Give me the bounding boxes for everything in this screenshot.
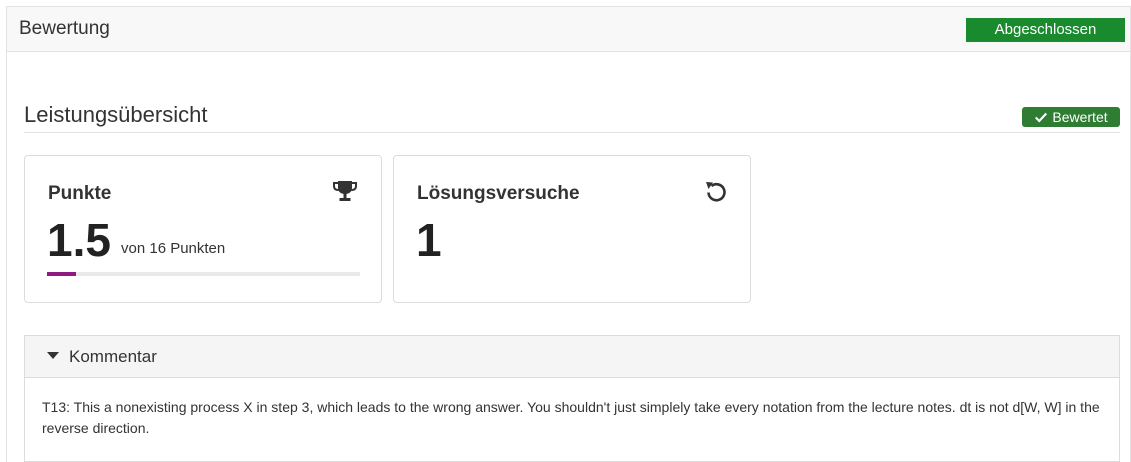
comment-text: T13: This a nonexisting process X in ste… xyxy=(42,399,1100,436)
graded-badge: Bewertet xyxy=(1022,107,1120,127)
points-value: 1.5 xyxy=(47,214,111,266)
graded-badge-label: Bewertet xyxy=(1052,109,1108,125)
points-card-title: Punkte xyxy=(48,183,112,204)
attempts-card: Lösungsversuche 1 xyxy=(393,155,751,303)
undo-icon xyxy=(706,182,726,202)
points-progress-bar xyxy=(47,272,360,276)
overview-title: Leistungsübersicht xyxy=(24,102,208,127)
completed-status-button[interactable]: Abgeschlossen xyxy=(966,18,1125,42)
comment-label: Kommentar xyxy=(69,347,157,366)
check-icon xyxy=(1035,112,1048,123)
points-max-text: von 16 Punkten xyxy=(121,240,226,257)
attempts-card-title: Lösungsversuche xyxy=(417,183,580,204)
points-progress-fill xyxy=(47,272,77,276)
overview-divider xyxy=(24,132,1120,133)
points-card: Punkte 1.5 von 16 Punkten xyxy=(24,155,382,303)
comment-toggle[interactable]: Kommentar xyxy=(25,336,1119,378)
caret-down-icon xyxy=(47,352,59,359)
panel-header: Bewertung Abgeschlossen xyxy=(7,7,1130,52)
panel-title: Bewertung xyxy=(19,18,110,39)
trophy-icon xyxy=(333,181,357,201)
comment-panel: Kommentar T13: This a nonexisting proces… xyxy=(24,335,1120,462)
attempts-value: 1 xyxy=(416,214,442,266)
